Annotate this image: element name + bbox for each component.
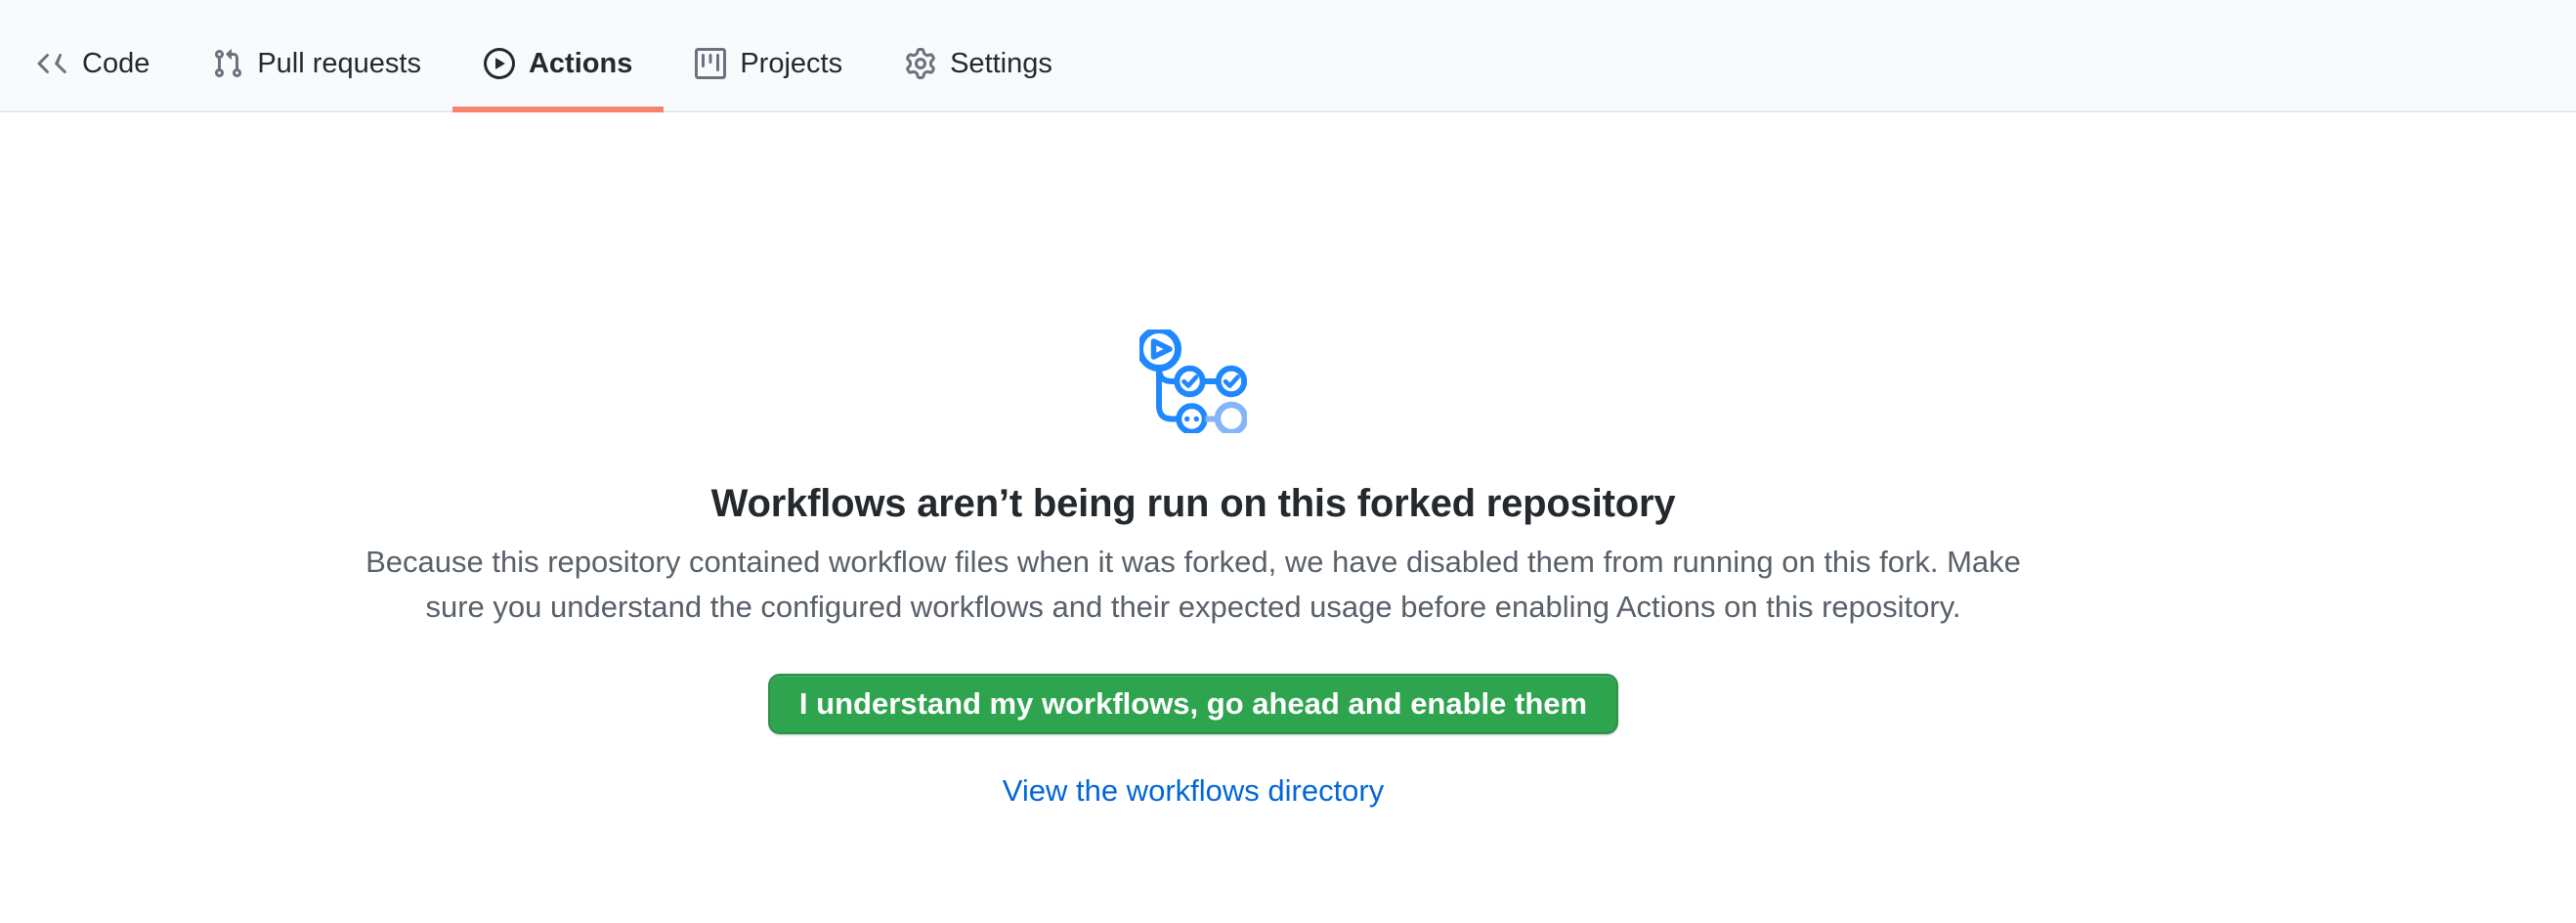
code-icon <box>37 48 68 79</box>
active-tab-underline <box>452 107 664 112</box>
tab-label: Code <box>82 48 150 80</box>
blankslate-description-line2: sure you understand the configured workf… <box>363 585 2024 630</box>
tab-projects[interactable]: Projects <box>664 17 874 110</box>
view-workflows-directory-link[interactable]: View the workflows directory <box>1003 773 1385 808</box>
gear-icon <box>905 48 936 79</box>
blankslate-heading: Workflows aren’t being run on this forke… <box>0 475 2386 532</box>
project-icon <box>695 48 726 79</box>
tab-label: Actions <box>529 48 632 80</box>
tab-settings[interactable]: Settings <box>874 17 1084 110</box>
tab-actions[interactable]: Actions <box>452 17 664 110</box>
actions-disabled-blankslate: Workflows aren’t being run on this forke… <box>0 330 2386 811</box>
repo-nav: Code Pull requests Actions Projects <box>0 0 2576 112</box>
tab-label: Projects <box>740 48 842 80</box>
pull-request-icon <box>212 48 243 79</box>
blankslate-description-line1: Because this repository contained workfl… <box>363 540 2024 585</box>
tab-label: Settings <box>950 48 1052 80</box>
link-row: View the workflows directory <box>0 771 2386 811</box>
play-icon <box>484 48 515 79</box>
tab-label: Pull requests <box>257 48 421 80</box>
workflow-illustration-icon <box>0 330 2386 438</box>
enable-workflows-button[interactable]: I understand my workflows, go ahead and … <box>768 674 1618 734</box>
blankslate-description: Because this repository contained workfl… <box>363 540 2024 630</box>
tab-code[interactable]: Code <box>6 17 181 110</box>
tab-pull-requests[interactable]: Pull requests <box>181 17 452 110</box>
